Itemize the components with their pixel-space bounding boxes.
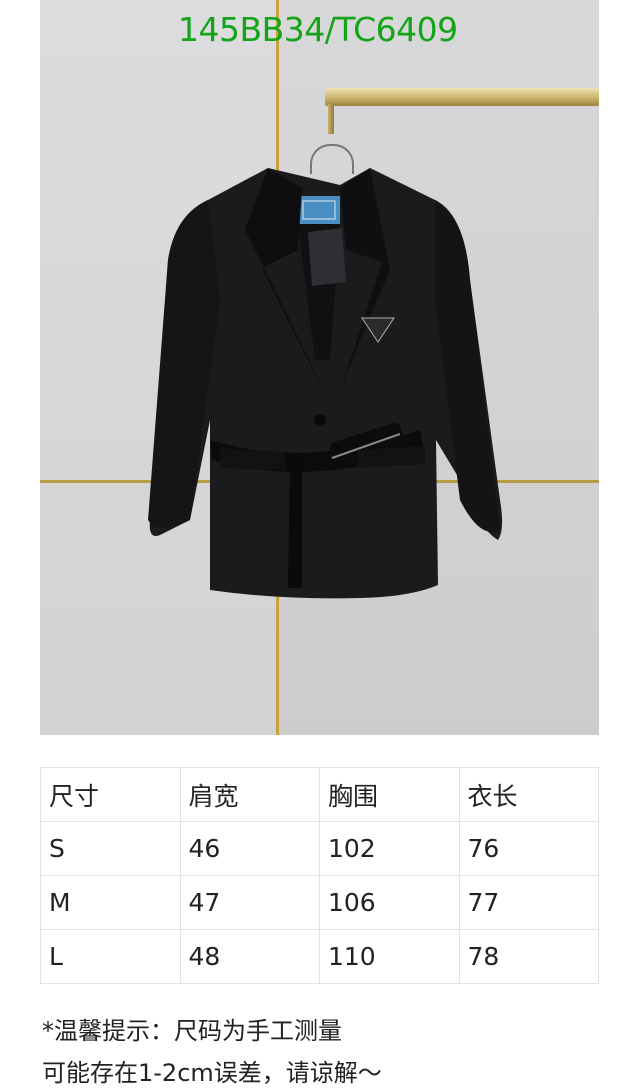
cell-length: 78: [458, 929, 599, 984]
table-header-row: 尺寸 肩宽 胸围 衣长: [40, 767, 599, 822]
product-photo: [40, 0, 599, 735]
cell-shoulder: 46: [179, 821, 320, 876]
header-shoulder: 肩宽: [179, 767, 320, 822]
header-chest: 胸围: [319, 767, 460, 822]
header-size: 尺寸: [40, 767, 181, 822]
blazer-button: [314, 414, 326, 426]
cell-chest: 102: [319, 821, 460, 876]
header-length: 衣长: [458, 767, 599, 822]
cell-shoulder: 47: [179, 875, 320, 930]
size-chart-table: 尺寸 肩宽 胸围 衣长 S 46 102 76 M 47 106 77 L 48…: [40, 767, 599, 984]
product-code-watermark: 145BB34/TC6409: [178, 10, 458, 49]
cell-chest: 110: [319, 929, 460, 984]
table-row: L 48 110 78: [40, 929, 599, 984]
collar-label: [298, 196, 340, 224]
cell-chest: 106: [319, 875, 460, 930]
cell-size: S: [40, 821, 181, 876]
cell-shoulder: 48: [179, 929, 320, 984]
blazer-right-sleeve: [435, 200, 500, 532]
cell-length: 76: [458, 821, 599, 876]
table-row: M 47 106 77: [40, 875, 599, 930]
cell-size: L: [40, 929, 181, 984]
measurement-note-line2: 可能存在1-2cm误差，请谅解～: [42, 1059, 382, 1087]
blazer-left-sleeve: [148, 200, 220, 528]
measurement-note-line1: *温馨提示：尺码为手工测量: [42, 1017, 342, 1045]
cell-length: 77: [458, 875, 599, 930]
belt-tail: [288, 455, 302, 588]
cell-size: M: [40, 875, 181, 930]
table-row: S 46 102 76: [40, 821, 599, 876]
blazer-illustration: [148, 168, 503, 599]
hang-tag: [308, 228, 346, 286]
